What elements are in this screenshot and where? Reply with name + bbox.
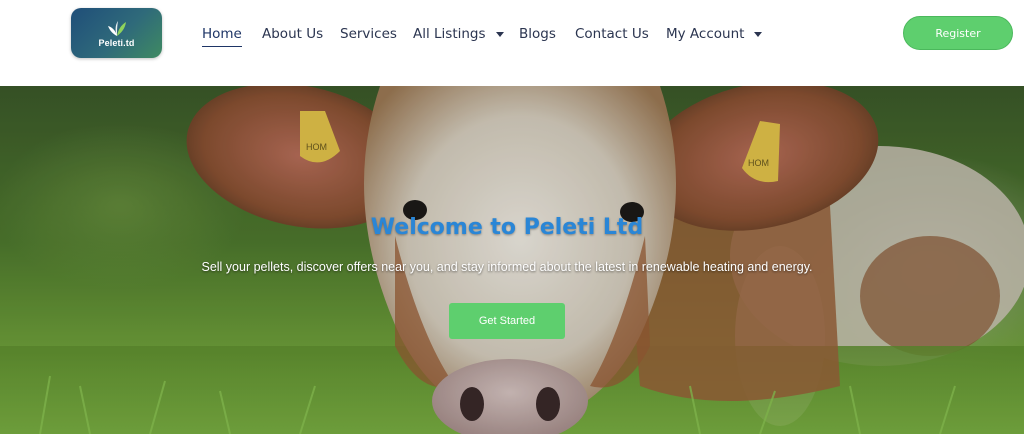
nav-item-home[interactable]: Home bbox=[202, 24, 242, 47]
nav-item-label: Contact Us bbox=[575, 26, 649, 42]
nav-item-label: Home bbox=[202, 26, 242, 42]
nav-item-my-account[interactable]: My Account bbox=[666, 24, 763, 44]
nav-item-blogs[interactable]: Blogs bbox=[519, 24, 556, 44]
logo-text: Peleti.td bbox=[98, 37, 135, 48]
nav-item-services[interactable]: Services bbox=[340, 24, 397, 44]
nav-item-contact-us[interactable]: Contact Us bbox=[575, 24, 649, 44]
nav-item-label: Blogs bbox=[519, 26, 556, 42]
register-button[interactable]: Register bbox=[903, 16, 1013, 50]
nav-item-label: Services bbox=[340, 26, 397, 42]
page: Peleti.td Home About Us Services All Lis… bbox=[0, 0, 1024, 444]
hero-subtitle: Sell your pellets, discover offers near … bbox=[201, 260, 813, 274]
bottom-strip bbox=[0, 434, 1024, 444]
nav-item-label: My Account bbox=[666, 26, 745, 42]
chevron-down-icon bbox=[754, 31, 763, 37]
get-started-button[interactable]: Get Started bbox=[449, 303, 565, 339]
chevron-down-icon bbox=[495, 31, 504, 37]
nav-item-label: About Us bbox=[262, 26, 324, 42]
site-header: Peleti.td Home About Us Services All Lis… bbox=[0, 0, 1024, 86]
nav-item-all-listings[interactable]: All Listings bbox=[413, 24, 504, 44]
hero-section: HOM HOM Welcome to Peleti Ltd Sell your … bbox=[0, 86, 1024, 434]
leaf-icon bbox=[106, 19, 128, 37]
nav-item-about-us[interactable]: About Us bbox=[262, 24, 323, 44]
nav-item-label: All Listings bbox=[413, 26, 486, 42]
hero-title: Welcome to Peleti Ltd bbox=[370, 215, 644, 240]
site-logo[interactable]: Peleti.td bbox=[71, 8, 162, 58]
